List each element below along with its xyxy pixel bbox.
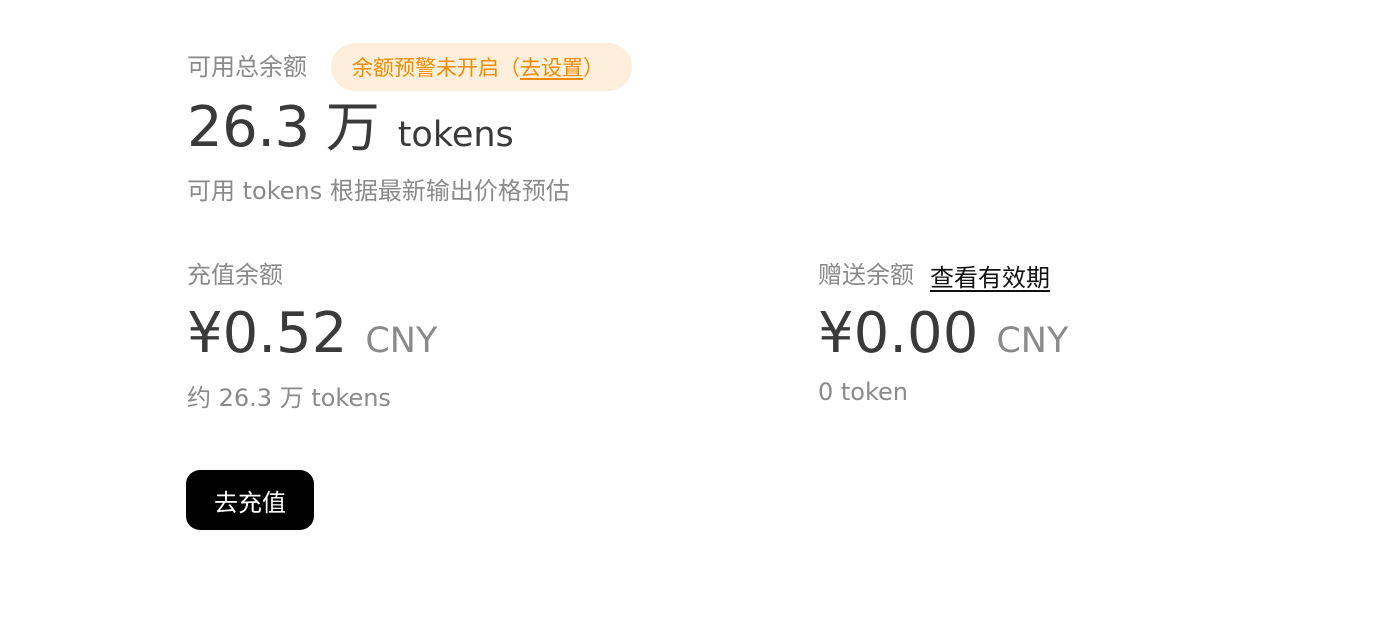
recharge-button[interactable]: 去充值 bbox=[186, 470, 314, 530]
total-balance-value: 26.3 bbox=[187, 95, 310, 160]
gift-balance-section: 赠送余额 查看有效期 ¥0.00 CNY 0 token bbox=[818, 258, 1068, 406]
total-balance-unit-tokens: tokens bbox=[397, 115, 514, 155]
recharge-balance-amount: ¥0.52 CNY bbox=[187, 306, 437, 362]
recharge-token-estimate: 约 26.3 万 tokens bbox=[187, 384, 391, 412]
total-balance-unit-wan: 万 bbox=[325, 96, 380, 159]
balance-alert-badge[interactable]: 余额预警未开启（ 去设置 ） bbox=[331, 43, 632, 91]
gift-balance-label: 赠送余额 bbox=[818, 261, 914, 289]
recharge-balance-label: 充值余额 bbox=[187, 261, 283, 289]
gift-token-estimate: 0 token bbox=[818, 378, 909, 406]
gift-balance-header: 赠送余额 查看有效期 bbox=[818, 258, 1068, 292]
balance-alert-close-paren: ） bbox=[583, 56, 604, 80]
gift-balance-value: ¥0.00 bbox=[818, 301, 979, 366]
balance-alert-text: 余额预警未开启（ bbox=[352, 56, 520, 80]
recharge-balance-value: ¥0.52 bbox=[187, 301, 348, 366]
total-balance-amount: 26.3 万 tokens bbox=[187, 100, 514, 156]
gift-balance-currency: CNY bbox=[996, 321, 1069, 361]
gift-balance-amount: ¥0.00 CNY bbox=[818, 306, 1068, 362]
total-balance-header: 可用总余额 余额预警未开启（ 去设置 ） bbox=[187, 43, 632, 91]
alert-settings-link[interactable]: 去设置 bbox=[520, 52, 583, 82]
balance-panel: 可用总余额 余额预警未开启（ 去设置 ） 26.3 万 tokens 可用 to… bbox=[186, 0, 1287, 622]
total-balance-note: 可用 tokens 根据最新输出价格预估 bbox=[187, 177, 570, 205]
view-expiry-link[interactable]: 查看有效期 bbox=[930, 258, 1050, 293]
recharge-balance-section: 充值余额 ¥0.52 CNY 约 26.3 万 tokens bbox=[187, 258, 437, 413]
recharge-balance-header: 充值余额 bbox=[187, 258, 437, 292]
recharge-balance-currency: CNY bbox=[365, 321, 438, 361]
total-balance-label: 可用总余额 bbox=[187, 53, 307, 81]
